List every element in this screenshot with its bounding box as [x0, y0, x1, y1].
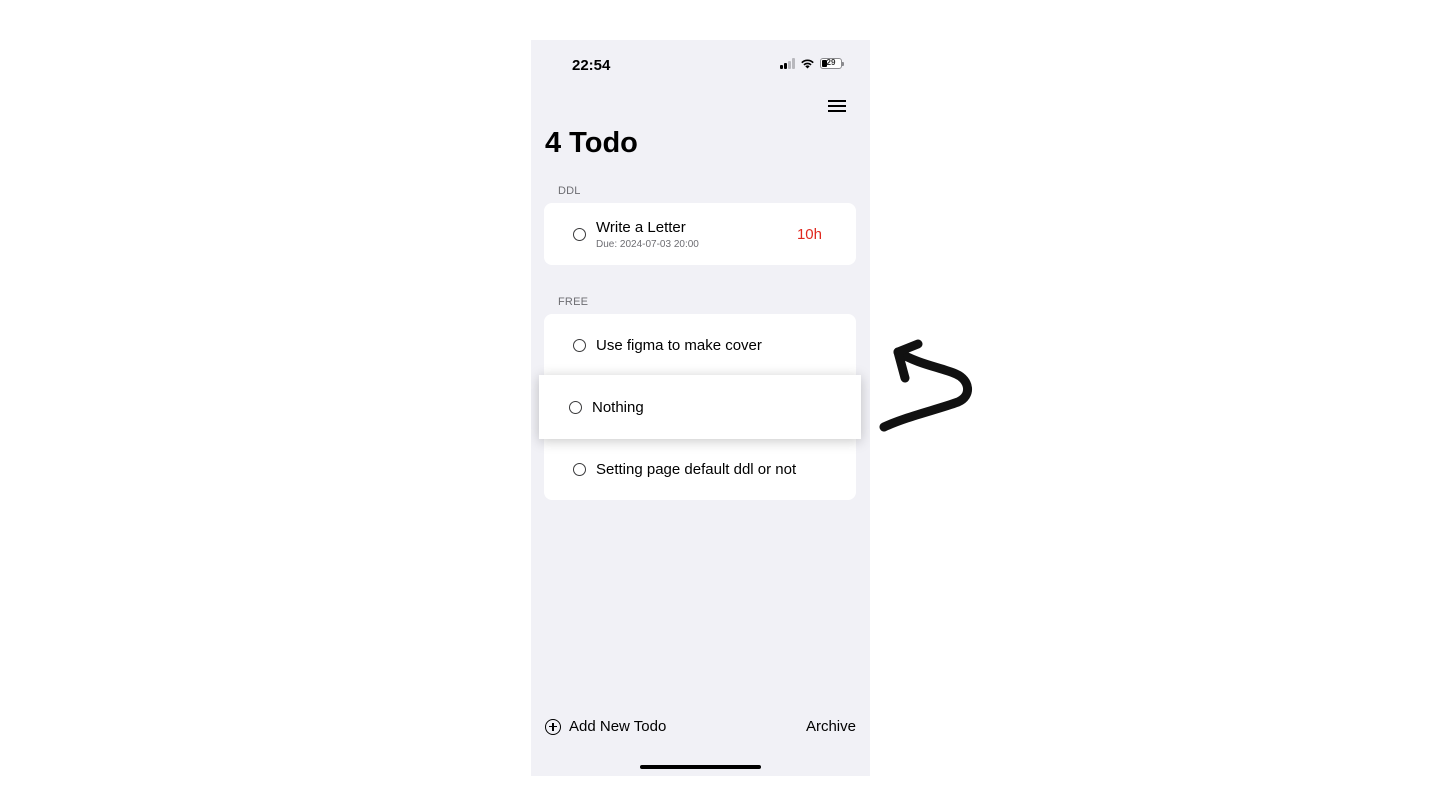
- signal-icon: [780, 58, 795, 69]
- todo-item-figma-cover[interactable]: Use figma to make cover: [544, 314, 856, 376]
- todo-countdown: 10h: [796, 226, 822, 243]
- radio-circle-icon[interactable]: [573, 338, 586, 352]
- curved-arrow-annotation: [879, 339, 972, 432]
- todo-item-write-letter[interactable]: Write a Letter Due: 2024-07-03 20:00 10h: [544, 203, 856, 265]
- todo-item-dragging[interactable]: Nothing: [539, 375, 861, 439]
- hamburger-menu-icon[interactable]: [828, 100, 846, 112]
- section-label-ddl: DDL: [558, 185, 581, 197]
- radio-circle-icon[interactable]: [569, 400, 582, 414]
- add-new-todo-label: Add New Todo: [569, 718, 667, 735]
- section-label-free: FREE: [558, 296, 589, 308]
- todo-due-date: Due: 2024-07-03 20:00: [596, 238, 699, 250]
- page-title: 4 Todo: [545, 127, 638, 159]
- todo-item-setting-page[interactable]: Setting page default ddl or not: [544, 438, 856, 500]
- todo-title: Nothing: [592, 398, 644, 416]
- todo-title: Use figma to make cover: [596, 336, 762, 354]
- status-icons: 29: [780, 58, 844, 69]
- archive-button[interactable]: Archive: [806, 718, 856, 735]
- home-indicator: [640, 765, 761, 769]
- radio-circle-icon[interactable]: [573, 227, 586, 241]
- bottom-bar: Add New Todo Archive: [531, 718, 870, 742]
- battery-icon: 29: [820, 58, 844, 69]
- status-time: 22:54: [572, 57, 611, 74]
- add-new-todo-button[interactable]: Add New Todo: [545, 718, 666, 735]
- phone-screen: 22:54 29 4 Todo DDL Write a Letter Due: …: [531, 40, 870, 776]
- battery-level: 29: [826, 58, 836, 67]
- wifi-icon: [801, 59, 814, 69]
- todo-title: Setting page default ddl or not: [596, 460, 797, 478]
- radio-circle-icon[interactable]: [573, 462, 586, 476]
- add-circle-icon: [545, 718, 561, 735]
- todo-title: Write a Letter: [596, 218, 686, 236]
- ddl-card: Write a Letter Due: 2024-07-03 20:00 10h: [544, 203, 856, 265]
